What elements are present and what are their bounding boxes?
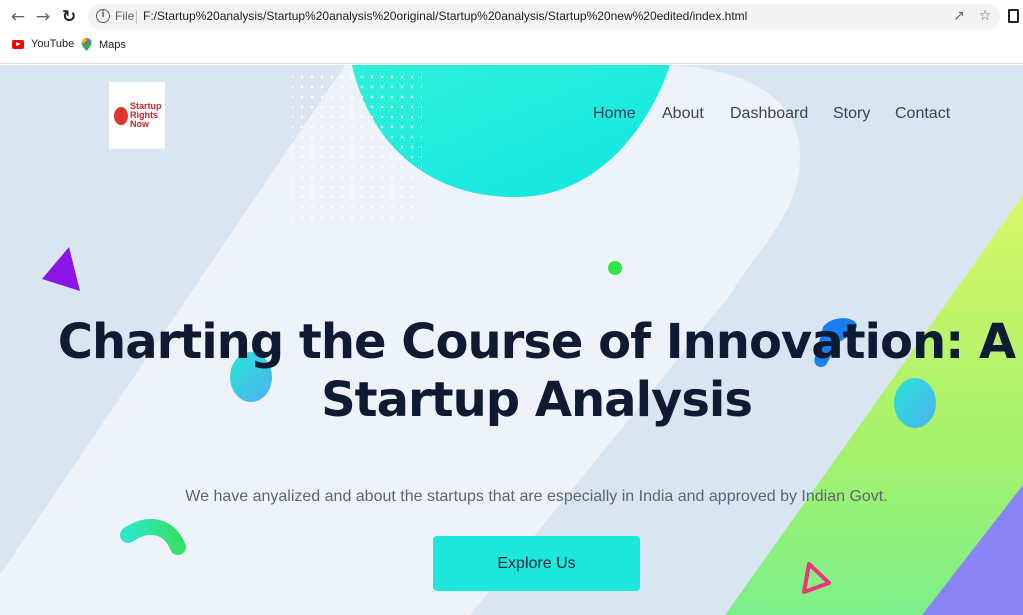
nav-about[interactable]: About [662,105,704,123]
dot-grid-decoration [292,69,422,225]
bookmark-star-icon[interactable]: ☆ [976,7,994,25]
bookmark-youtube[interactable]: YouTube [12,38,74,50]
bookmark-maps[interactable]: Maps [81,38,126,51]
logo-mark-icon [114,106,128,125]
omnibox-divider [136,10,137,24]
nav-story[interactable]: Story [833,105,870,123]
nav-home[interactable]: Home [593,105,636,123]
address-bar[interactable]: i File F:/Startup%20analysis/Startup%20a… [88,4,1000,30]
explore-us-button[interactable]: Explore Us [433,536,640,591]
browser-chrome: ← → ↻ i File F:/Startup%20analysis/Start… [0,0,1023,64]
back-icon[interactable]: ← [7,6,29,28]
hero-title-line-1: Charting the Course of Innovation: A [57,314,1016,370]
nav-dashboard[interactable]: Dashboard [730,105,808,123]
maps-icon [81,38,92,51]
url-scheme-label: File [115,9,135,23]
hero-title: Charting the Course of Innovation: A Sta… [0,313,1023,429]
share-icon[interactable]: ↗ [950,7,968,25]
url-text[interactable]: F:/Startup%20analysis/Startup%20analysis… [143,9,747,23]
logo-text: Startup Rights Now [130,101,162,129]
site-logo[interactable]: Startup Rights Now [109,82,165,149]
reload-icon[interactable]: ↻ [58,6,80,28]
forward-icon[interactable]: → [32,6,54,28]
youtube-icon [12,39,24,49]
side-panel-icon[interactable] [1008,9,1019,23]
page-viewport: Startup Rights Now Home About Dashboard … [0,65,1023,615]
hero-title-line-2: Startup Analysis [321,372,753,428]
info-icon[interactable]: i [96,9,110,23]
bookmarks-bar: YouTube Maps [0,36,1023,58]
bookmark-label: Maps [99,38,126,51]
nav-contact[interactable]: Contact [895,105,950,123]
green-dot-decoration [608,261,622,275]
hero-subtitle: We have anyalized and about the startups… [185,488,888,505]
purple-triangle-decoration [42,247,80,291]
bookmark-label: YouTube [31,38,75,50]
